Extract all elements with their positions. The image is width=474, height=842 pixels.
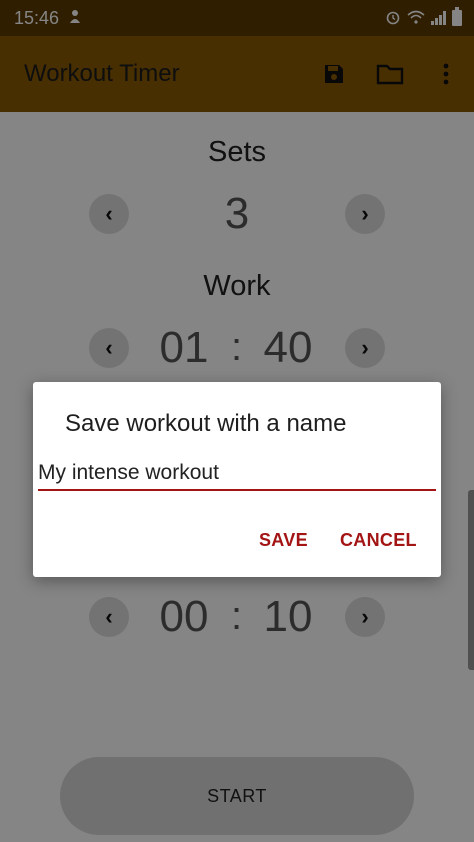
save-button[interactable]: SAVE — [259, 530, 308, 551]
save-workout-dialog: Save workout with a name SAVE CANCEL — [33, 382, 441, 577]
cancel-button[interactable]: CANCEL — [340, 530, 417, 551]
workout-name-input[interactable] — [38, 457, 436, 491]
dialog-title: Save workout with a name — [65, 410, 347, 437]
